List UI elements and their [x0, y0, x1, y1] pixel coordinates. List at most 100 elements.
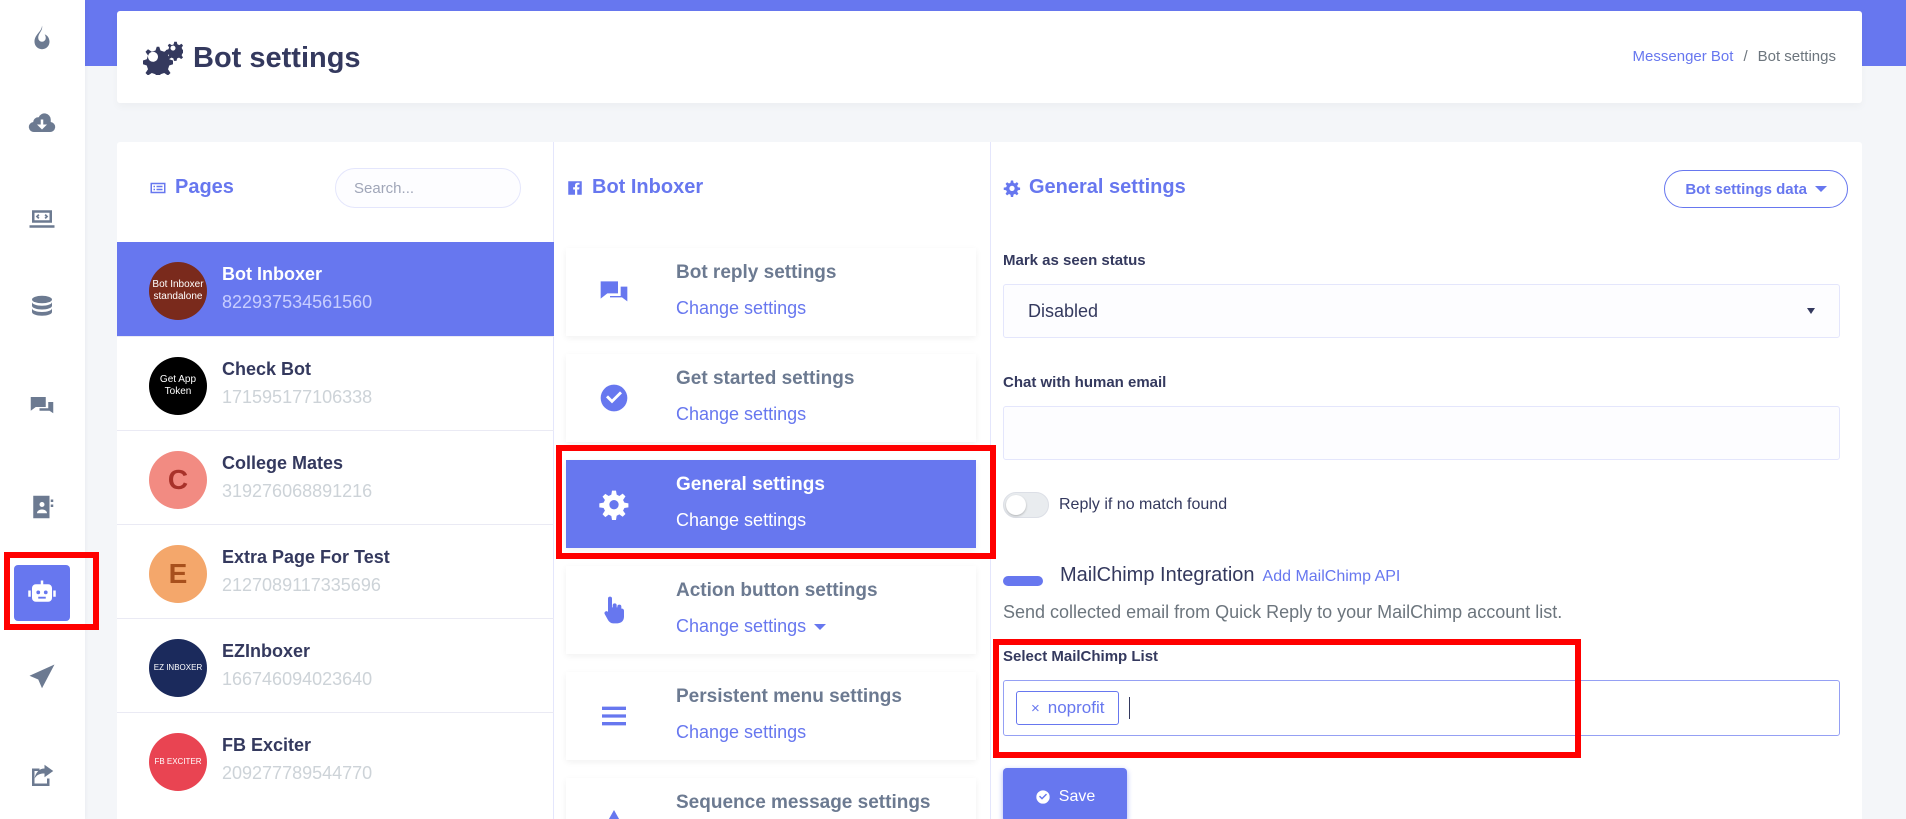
mark-seen-select[interactable]: Disabled [1003, 284, 1840, 338]
robot-icon[interactable] [14, 565, 70, 621]
avatar: C [149, 451, 207, 509]
pages-panel: Pages Bot Inboxer standalone Bot Inboxer… [117, 142, 554, 819]
caret-down-icon [814, 623, 827, 630]
page-id: 171595177106338 [222, 387, 373, 407]
pages-title-text: Pages [175, 176, 234, 198]
remove-tag-icon[interactable]: × [1031, 700, 1040, 717]
page-item-bot-inboxer[interactable]: Bot Inboxer standalone Bot Inboxer 82293… [117, 242, 554, 336]
comments-icon[interactable] [22, 387, 62, 427]
breadcrumb-current: Bot settings [1757, 48, 1836, 65]
page-item-check-bot[interactable]: Get App Token Check Bot 171595177106338 [117, 336, 554, 430]
check-circle-icon [1036, 790, 1050, 804]
page-id: 166746094023640 [222, 669, 373, 689]
share-square-icon[interactable] [22, 756, 62, 796]
left-sidebar [0, 0, 85, 819]
cloud-download-icon[interactable] [22, 102, 62, 142]
avatar: Bot Inboxer standalone [149, 262, 207, 320]
bars-icon [596, 698, 632, 734]
breadcrumb-separator: / [1743, 48, 1748, 65]
gears-icon [143, 41, 183, 75]
page-name: Bot Inboxer [222, 264, 323, 284]
caret-down-icon [1815, 186, 1827, 192]
mark-seen-value: Disabled [1028, 300, 1099, 321]
fire-icon[interactable] [22, 18, 62, 58]
bot-reply-settings-item[interactable]: Bot reply settings Change settings [566, 248, 976, 336]
avatar: EZ INBOXER [149, 639, 207, 697]
selected-tag: × noprofit [1016, 691, 1120, 725]
select-arrow-icon [1807, 308, 1815, 314]
page-name: FB Exciter [222, 735, 312, 755]
change-settings-link[interactable]: Change settings [676, 404, 806, 425]
change-settings-link[interactable]: Change settings [676, 722, 806, 743]
dropdown-label: Bot settings data [1685, 180, 1807, 198]
select-mailchimp-list-label: Select MailChimp List [1003, 648, 1159, 665]
toggle-knob [1006, 495, 1026, 515]
page-item-extra-page-for-test[interactable]: E Extra Page For Test 2127089117335696 [117, 524, 554, 618]
action-button-settings-item[interactable]: Action button settings Change settings [566, 566, 976, 654]
paper-plane-icon[interactable] [22, 657, 62, 697]
gear-icon [596, 486, 632, 522]
change-settings-link[interactable]: Change settings [676, 510, 806, 531]
page-name: Extra Page For Test [222, 547, 390, 567]
coins-icon[interactable] [22, 287, 62, 327]
general-settings-item[interactable]: General settings Change settings [566, 460, 976, 548]
avatar: FB EXCITER [149, 733, 207, 791]
mailchimp-toggle[interactable] [1003, 576, 1043, 586]
reply-no-match-toggle[interactable] [1003, 492, 1049, 518]
avatar: E [149, 545, 207, 603]
gear-icon [1003, 180, 1021, 197]
page-item-fb-exciter[interactable]: FB EXCITER FB Exciter 209277789544770 [117, 712, 554, 806]
general-settings-title-text: General settings [1029, 176, 1186, 198]
add-mailchimp-api-link[interactable]: Add MailChimp API [1263, 568, 1401, 586]
text-cursor [1129, 697, 1131, 719]
get-started-settings-item[interactable]: Get started settings Change settings [566, 354, 976, 442]
persistent-menu-settings-item[interactable]: Persistent menu settings Change settings [566, 672, 976, 760]
change-settings-label: Change settings [676, 722, 807, 742]
comments-icon [596, 274, 632, 310]
save-label: Save [1058, 788, 1096, 805]
mailchimp-list-select[interactable]: × noprofit [1003, 680, 1840, 736]
breadcrumb-link-messenger-bot[interactable]: Messenger Bot [1633, 48, 1734, 65]
setting-title: Sequence message settings [676, 792, 931, 813]
mailchimp-description: Send collected email from Quick Reply to… [1003, 602, 1563, 622]
bot-settings-data-dropdown[interactable]: Bot settings data [1664, 170, 1848, 208]
change-settings-label: Change settings [676, 404, 807, 424]
change-settings-label: Change settings [676, 510, 807, 530]
general-settings-panel: General settings Bot settings data Mark … [991, 142, 1862, 819]
reply-no-match-label: Reply if no match found [1059, 496, 1228, 513]
change-settings-link[interactable]: Change settings [676, 298, 806, 319]
header-card: Bot settings Messenger Bot / Bot setting… [117, 11, 1862, 103]
breadcrumb: Messenger Bot / Bot settings [1633, 48, 1836, 65]
avatar-text: Get App Token [159, 374, 197, 397]
sequence-message-settings-item[interactable]: Sequence message settings [566, 778, 976, 819]
page-item-ezinboxer[interactable]: EZ INBOXER EZInboxer 166746094023640 [117, 618, 554, 712]
change-settings-label: Change settings [676, 616, 807, 636]
avatar-text: EZ INBOXER [153, 663, 203, 672]
page-name: Check Bot [222, 359, 312, 379]
address-book-icon[interactable] [22, 487, 62, 527]
bot-panel-title: Bot Inboxer [566, 176, 703, 199]
change-settings-dropdown[interactable]: Change settings [676, 616, 827, 637]
sequence-icon [596, 804, 632, 819]
change-settings-label: Change settings [676, 298, 807, 318]
mailchimp-title: MailChimp Integration [1060, 564, 1255, 586]
list-alt-icon [150, 182, 166, 193]
setting-title: Action button settings [676, 580, 878, 601]
chat-email-label: Chat with human email [1003, 374, 1167, 391]
facebook-square-icon [568, 180, 582, 195]
setting-title: Persistent menu settings [676, 686, 902, 707]
page-item-college-mates[interactable]: C College Mates 319276068891216 [117, 430, 554, 524]
chat-email-input[interactable] [1003, 406, 1840, 460]
bot-panel-title-text: Bot Inboxer [592, 176, 704, 198]
laptop-code-icon[interactable] [22, 199, 62, 239]
pages-search-input[interactable] [335, 168, 521, 208]
general-settings-title: General settings [1003, 176, 1186, 199]
page-id: 319276068891216 [222, 481, 373, 501]
page-name: EZInboxer [222, 641, 311, 661]
tag-label: noprofit [1047, 698, 1105, 717]
mailchimp-heading: MailChimp Integration Add MailChimp API [1060, 564, 1400, 587]
save-button[interactable]: Save [1003, 768, 1127, 819]
page-title: Bot settings [143, 41, 361, 75]
settings-card: Pages Bot Inboxer standalone Bot Inboxer… [117, 142, 1862, 819]
page-title-text: Bot settings [193, 41, 361, 74]
